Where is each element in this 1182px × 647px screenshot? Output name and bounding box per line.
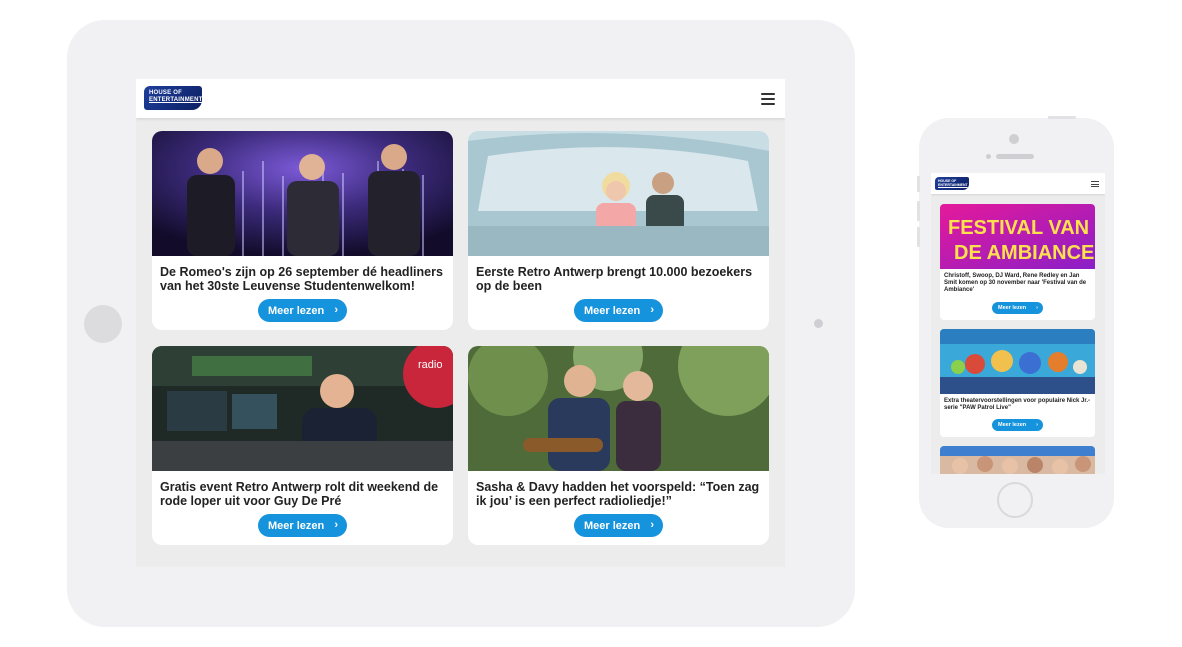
logo-line-2: ENTERTAINMENT <box>938 183 968 187</box>
tablet-home-button <box>84 305 122 343</box>
hamburger-menu-icon[interactable] <box>1091 181 1099 187</box>
phone-camera <box>1009 134 1019 144</box>
article-title[interactable]: Sasha & Davy hadden het voorspeld: “Toen… <box>476 480 764 508</box>
read-more-button[interactable]: Meer lezen › <box>258 299 347 322</box>
article-photo[interactable]: FESTIVAL VAN DE AMBIANCE <box>940 204 1095 269</box>
phone-side-button <box>917 201 920 221</box>
poster-line-1: FESTIVAL VAN <box>948 217 1089 239</box>
article-photo[interactable] <box>940 446 1095 474</box>
phone-power-button <box>1048 116 1076 119</box>
article-title[interactable]: Christoff, Swoop, DJ Ward, Rene Redley e… <box>944 273 1092 294</box>
site-logo[interactable]: HOUSE OF ENTERTAINMENT <box>144 86 202 110</box>
article-photo[interactable]: radio <box>152 346 453 471</box>
read-more-label: Meer lezen <box>998 305 1027 311</box>
chevron-right-icon: › <box>1036 305 1038 311</box>
mobile-site-header: HOUSE OF ENTERTAINMENT <box>931 173 1105 194</box>
tablet-camera <box>814 319 823 328</box>
article-card: Eerste Retro Antwerp brengt 10.000 bezoe… <box>468 131 769 330</box>
chevron-right-icon: › <box>334 304 338 316</box>
radio-sign-text: radio <box>418 359 442 371</box>
site-logo[interactable]: HOUSE OF ENTERTAINMENT <box>935 177 969 190</box>
article-title[interactable]: Gratis event Retro Antwerp rolt dit week… <box>160 480 448 508</box>
article-card: radio Gratis event Retro Antwerp rolt di… <box>152 346 453 545</box>
phone-speaker <box>996 154 1034 159</box>
logo-line-1: HOUSE OF <box>149 90 182 96</box>
article-title[interactable]: De Romeo's zijn op 26 september dé headl… <box>160 265 448 293</box>
phone-screen: HOUSE OF ENTERTAINMENT FESTIVAL VAN DE A… <box>931 173 1105 474</box>
hamburger-menu-icon[interactable] <box>761 93 775 105</box>
article-photo[interactable] <box>940 329 1095 394</box>
site-header: HOUSE OF ENTERTAINMENT <box>136 79 785 118</box>
logo-line-2: ENTERTAINMENT <box>149 97 202 103</box>
phone-sensor <box>986 154 991 159</box>
read-more-label: Meer lezen <box>584 519 641 532</box>
article-card: De Romeo's zijn op 26 september dé headl… <box>152 131 453 330</box>
chevron-right-icon: › <box>1036 422 1038 428</box>
read-more-button[interactable]: Meer lezen › <box>992 419 1043 431</box>
read-more-button[interactable]: Meer lezen › <box>574 299 663 322</box>
phone-side-button <box>917 176 920 192</box>
read-more-button[interactable]: Meer lezen › <box>574 514 663 537</box>
phone-side-button <box>917 227 920 247</box>
article-card <box>940 446 1095 474</box>
read-more-button[interactable]: Meer lezen › <box>258 514 347 537</box>
article-card: Extra theatervoorstellingen voor populai… <box>940 329 1095 437</box>
article-card: FESTIVAL VAN DE AMBIANCE Christoff, Swoo… <box>940 204 1095 320</box>
phone-home-button <box>997 482 1033 518</box>
tablet-screen: HOUSE OF ENTERTAINMENT De Romeo's zijn o… <box>136 79 785 567</box>
read-more-label: Meer lezen <box>998 422 1027 428</box>
read-more-label: Meer lezen <box>268 304 325 317</box>
poster-line-2: DE AMBIANCE <box>954 242 1094 264</box>
article-photo[interactable] <box>152 131 453 256</box>
article-photo[interactable] <box>468 131 769 256</box>
read-more-button[interactable]: Meer lezen › <box>992 302 1043 314</box>
article-title[interactable]: Eerste Retro Antwerp brengt 10.000 bezoe… <box>476 265 764 293</box>
article-title[interactable]: Extra theatervoorstellingen voor populai… <box>944 398 1092 412</box>
chevron-right-icon: › <box>650 519 654 531</box>
read-more-label: Meer lezen <box>268 519 325 532</box>
article-photo[interactable] <box>468 346 769 471</box>
chevron-right-icon: › <box>334 519 338 531</box>
read-more-label: Meer lezen <box>584 304 641 317</box>
chevron-right-icon: › <box>650 304 654 316</box>
article-card: Sasha & Davy hadden het voorspeld: “Toen… <box>468 346 769 545</box>
